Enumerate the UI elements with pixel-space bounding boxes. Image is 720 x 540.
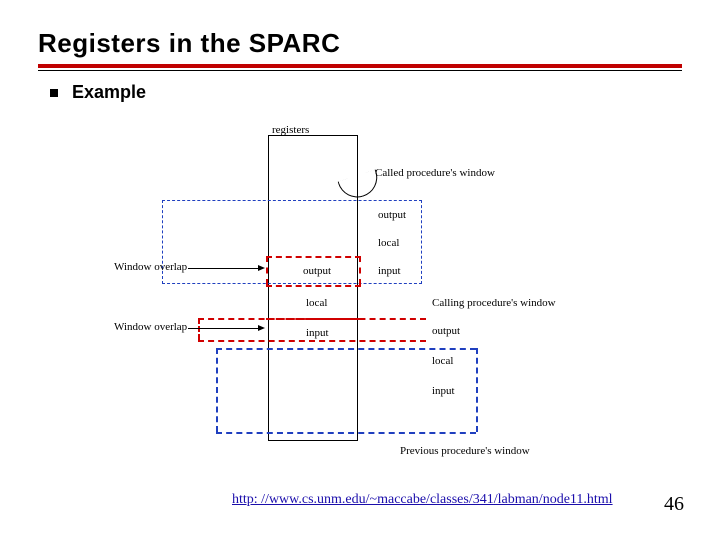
previous-window-label: Previous procedure's window <box>400 446 530 457</box>
window-overlap-label-2: Window overlap <box>114 322 187 333</box>
source-link[interactable]: http: //www.cs.unm.edu/~maccabe/classes/… <box>232 492 613 508</box>
calling-output: output <box>432 326 460 337</box>
calling-window-label: Calling procedure's window <box>432 298 556 309</box>
called-window-label: Called procedure's window <box>375 168 495 179</box>
col-input: input <box>306 328 329 339</box>
calling-input: input <box>432 386 455 397</box>
diagram: registers Called procedure's window outp… <box>0 0 720 540</box>
col-output: output <box>303 266 331 277</box>
col-local: local <box>306 298 327 309</box>
called-input: input <box>378 266 401 277</box>
page-number: 46 <box>664 493 684 516</box>
called-local: local <box>378 238 399 249</box>
called-output: output <box>378 210 406 221</box>
calling-local: local <box>432 356 453 367</box>
window-overlap-label-1: Window overlap <box>114 262 187 273</box>
registers-label: registers <box>272 125 309 136</box>
